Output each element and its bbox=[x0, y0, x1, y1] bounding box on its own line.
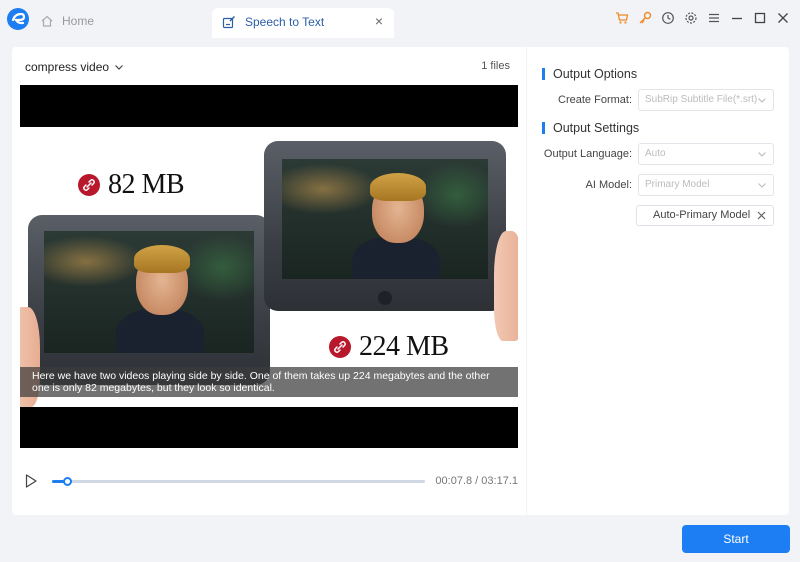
output-options-title: Output Options bbox=[553, 67, 638, 81]
video-frame: 82 MB 224 MB bbox=[20, 127, 518, 407]
create-format-value: SubRip Subtitle File(*.srt) bbox=[645, 94, 758, 105]
hand-right-image bbox=[494, 231, 518, 341]
create-format-label: Create Format: bbox=[558, 94, 632, 106]
remove-chip-icon[interactable] bbox=[756, 210, 767, 221]
chevron-down-icon bbox=[115, 65, 123, 70]
link-icon bbox=[329, 336, 351, 358]
subtitle-caption: Here we have two videos playing side by … bbox=[20, 367, 518, 397]
size-label-large: 224 MB bbox=[329, 333, 449, 361]
title-bar: Home Speech to Text × bbox=[0, 0, 800, 38]
selected-model-label: Auto-Primary Model bbox=[653, 209, 751, 221]
app-logo-icon bbox=[7, 8, 29, 30]
size-small-value: 82 MB bbox=[108, 169, 185, 200]
speech-to-text-icon bbox=[222, 16, 235, 29]
selected-model-chip: Auto-Primary Model bbox=[636, 205, 774, 226]
key-icon[interactable] bbox=[633, 8, 656, 28]
cart-icon[interactable] bbox=[610, 8, 633, 28]
preset-dropdown[interactable]: compress video bbox=[25, 60, 124, 74]
ai-model-label: AI Model: bbox=[585, 179, 632, 191]
player-controls: 00:07.8 / 03:17.1 bbox=[20, 473, 518, 489]
chevron-down-icon bbox=[758, 98, 766, 103]
close-icon[interactable] bbox=[771, 8, 794, 28]
chevron-down-icon bbox=[758, 152, 766, 157]
tablet-left-image bbox=[28, 215, 270, 385]
menu-icon[interactable] bbox=[702, 8, 725, 28]
ai-model-value: Primary Model bbox=[645, 179, 710, 190]
maximize-icon[interactable] bbox=[748, 8, 771, 28]
seek-bar[interactable] bbox=[52, 477, 425, 486]
preview-panel: compress video 1 files 82 MB 224 MB Here… bbox=[12, 47, 526, 515]
settings-panel: Output Options Create Format: SubRip Sub… bbox=[527, 47, 789, 515]
output-language-label: Output Language: bbox=[543, 148, 632, 160]
close-tab-icon[interactable]: × bbox=[372, 14, 386, 28]
video-preview[interactable]: 82 MB 224 MB Here we have two videos pla… bbox=[20, 85, 518, 448]
output-settings-heading: Output Settings bbox=[542, 121, 639, 135]
home-icon bbox=[41, 15, 53, 27]
start-button[interactable]: Start bbox=[682, 525, 790, 553]
output-options-heading: Output Options bbox=[542, 67, 637, 81]
tab-speech-to-text-label: Speech to Text bbox=[245, 15, 325, 29]
output-settings-title: Output Settings bbox=[553, 121, 640, 135]
tab-home-label: Home bbox=[62, 14, 95, 28]
play-icon[interactable] bbox=[24, 473, 38, 489]
output-language-value: Auto bbox=[645, 148, 666, 159]
size-large-value: 224 MB bbox=[359, 331, 449, 362]
tab-speech-to-text[interactable]: Speech to Text × bbox=[212, 8, 394, 38]
create-format-select[interactable]: SubRip Subtitle File(*.srt) bbox=[638, 89, 774, 111]
history-icon[interactable] bbox=[656, 8, 679, 28]
settings-icon[interactable] bbox=[679, 8, 702, 28]
tab-home[interactable]: Home bbox=[40, 9, 94, 33]
playback-time: 00:07.8 / 03:17.1 bbox=[435, 475, 518, 487]
files-count: 1 files bbox=[481, 60, 510, 72]
chevron-down-icon bbox=[758, 183, 766, 188]
preset-label: compress video bbox=[25, 60, 110, 74]
minimize-icon[interactable] bbox=[725, 8, 748, 28]
link-icon bbox=[78, 174, 100, 196]
output-language-select[interactable]: Auto bbox=[638, 143, 774, 165]
size-label-small: 82 MB bbox=[78, 169, 185, 200]
seek-handle[interactable] bbox=[62, 477, 72, 486]
ai-model-select[interactable]: Primary Model bbox=[638, 174, 774, 196]
tablet-right-image bbox=[264, 141, 506, 311]
